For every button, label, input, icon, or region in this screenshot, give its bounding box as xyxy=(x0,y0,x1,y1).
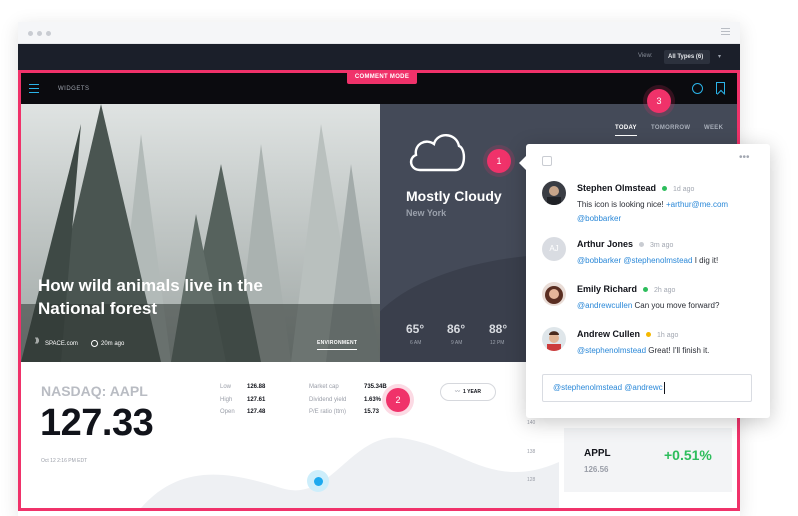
author-name: Emily Richard xyxy=(577,284,638,294)
window-titlebar xyxy=(18,22,740,44)
more-options-icon[interactable]: ••• xyxy=(739,153,750,163)
page: View: All Types (6) ▾ WIDGETS How wild a… xyxy=(0,0,798,516)
comment-time: 3m ago xyxy=(650,242,674,249)
comment-marker[interactable]: 1 xyxy=(487,149,511,173)
reply-input-value: @stephenolmstead @andrewc xyxy=(553,383,663,392)
mention-link[interactable]: @bobbarker xyxy=(577,214,621,223)
status-indicator xyxy=(643,286,649,292)
view-label: View: xyxy=(638,53,653,59)
comment-text: Great! I'll finish it. xyxy=(648,346,710,355)
comment-author: Andrew Cullen 1h ago xyxy=(577,329,678,339)
comment-mode-badge: COMMENT MODE xyxy=(347,71,417,84)
view-type-select[interactable]: All Types (6) xyxy=(664,50,710,64)
comment-panel: ••• Stephen Olmstead 1d ago This icon is … xyxy=(519,144,770,418)
comment-marker[interactable]: 2 xyxy=(386,388,410,412)
comment-author: Arthur Jones 3m ago xyxy=(577,239,673,249)
avatar[interactable]: AJ xyxy=(542,237,566,261)
author-name: Arthur Jones xyxy=(577,239,634,249)
author-name: Stephen Olmstead xyxy=(577,183,657,193)
mention-link[interactable]: @andrewcullen xyxy=(577,301,632,310)
mention-link[interactable]: @bobbarker xyxy=(577,256,621,265)
avatar[interactable] xyxy=(542,181,566,205)
comment-time: 2h ago xyxy=(654,287,676,294)
window-controls[interactable] xyxy=(28,31,51,36)
comment-text: I dig it! xyxy=(694,256,719,265)
comment-body: @bobbarker @stephenolmstead I dig it! xyxy=(577,254,763,268)
window-menu-icon[interactable] xyxy=(721,28,730,37)
chevron-down-icon[interactable]: ▾ xyxy=(718,53,721,60)
mention-link[interactable]: @stephenolmstead xyxy=(623,256,692,265)
comment-time: 1h ago xyxy=(657,332,679,339)
mention-link[interactable]: @stephenolmstead xyxy=(577,346,646,355)
comment-author: Stephen Olmstead 1d ago xyxy=(577,183,694,193)
status-indicator xyxy=(646,331,652,337)
status-indicator xyxy=(662,185,668,191)
status-indicator xyxy=(639,241,645,247)
avatar[interactable] xyxy=(542,282,566,306)
comment-text: This icon is looking nice! xyxy=(577,200,664,209)
top-toolbar: View: All Types (6) ▾ xyxy=(18,44,740,70)
comment-text: Can you move forward? xyxy=(634,301,720,310)
comment-body: @stephenolmstead Great! I'll finish it. xyxy=(577,344,763,358)
resolve-checkbox[interactable] xyxy=(542,156,552,166)
mention-link[interactable]: +arthur@me.com xyxy=(666,200,728,209)
comment-marker[interactable]: 3 xyxy=(647,89,671,113)
reply-input[interactable]: @stephenolmstead @andrewc xyxy=(542,374,752,402)
avatar[interactable] xyxy=(542,327,566,351)
comment-time: 1d ago xyxy=(673,186,695,193)
comment-body: This icon is looking nice! +arthur@me.co… xyxy=(577,198,763,226)
comment-body: @andrewcullen Can you move forward? xyxy=(577,299,763,313)
text-cursor xyxy=(663,381,665,394)
comment-author: Emily Richard 2h ago xyxy=(577,284,675,294)
author-name: Andrew Cullen xyxy=(577,329,641,339)
